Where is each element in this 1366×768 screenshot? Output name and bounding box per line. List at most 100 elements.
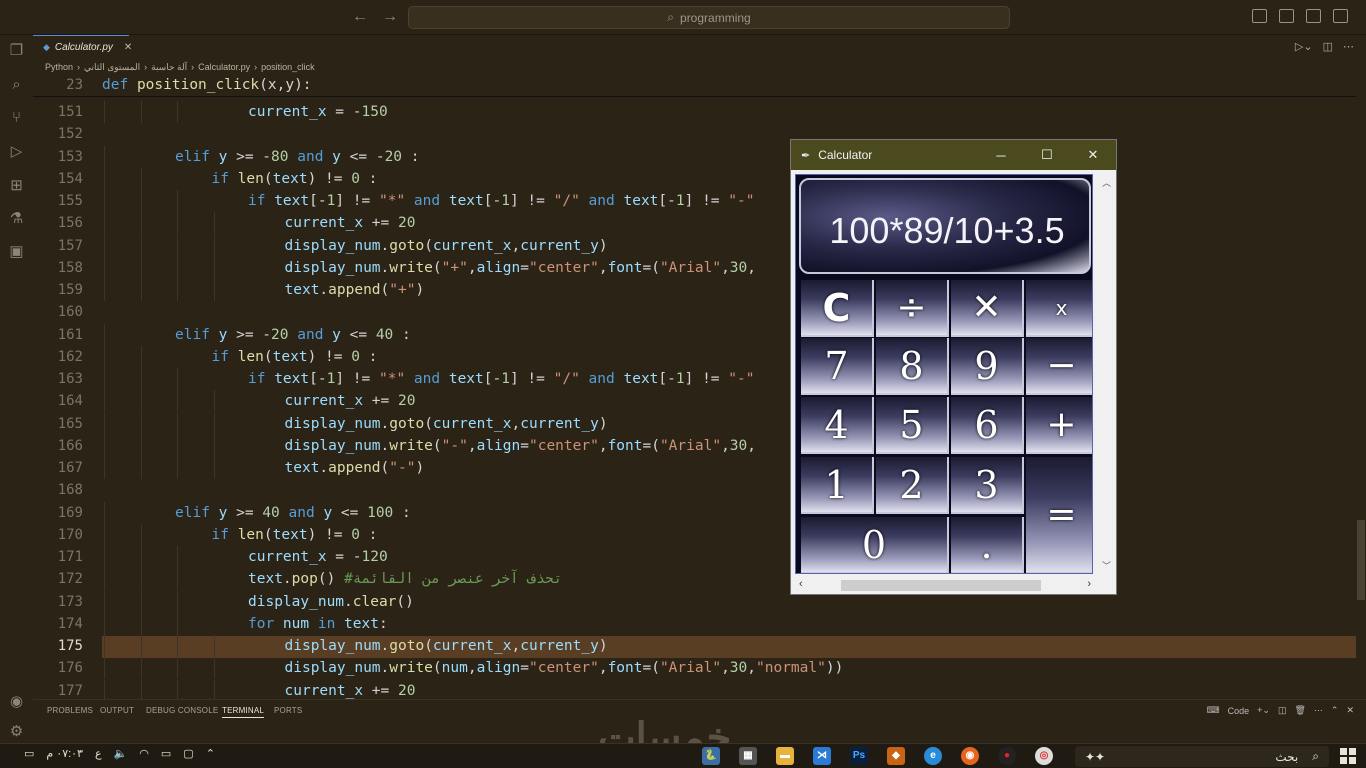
scroll-up-icon[interactable]: ︿ [1102, 176, 1111, 189]
vscode-icon[interactable]: ⋊ [813, 747, 831, 765]
record-icon[interactable]: ● [998, 747, 1016, 765]
seven-key[interactable]: 7 [801, 338, 874, 395]
kill-terminal-icon[interactable]: 🗑 [1294, 705, 1305, 716]
explorer-icon[interactable]: ❐ [8, 42, 25, 59]
turtle-canvas[interactable]: 100*89/10+3.5 C ÷ ✕ x 7 8 9− 4 5 6 +1 2 3 = 0. [795, 174, 1093, 574]
clear-key[interactable]: C [801, 280, 874, 337]
firefox-icon[interactable]: ◉ [961, 747, 979, 765]
token: () [396, 593, 414, 610]
eight-key[interactable]: 8 [876, 338, 949, 395]
file-explorer-icon[interactable]: ▬ [776, 747, 794, 765]
nine-key[interactable]: 9 [951, 338, 1024, 395]
one-key[interactable]: 1 [801, 457, 874, 514]
five-key[interactable]: 5 [876, 397, 949, 454]
minimize-icon[interactable]: ─ [978, 140, 1024, 170]
token: ) [415, 460, 425, 476]
plus-key[interactable]: + [1026, 397, 1092, 454]
edge-icon[interactable]: e [924, 747, 942, 765]
maximize-panel-icon[interactable]: ⌃ [1331, 705, 1339, 716]
command-center-search[interactable]: ⌕ programming [408, 6, 1010, 29]
source-control-icon[interactable]: ⑂ [8, 109, 25, 126]
close-panel-icon[interactable]: ✕ [1346, 705, 1354, 716]
chevron-up-icon[interactable]: ⌃ [206, 747, 215, 760]
settings-gear-icon[interactable]: ⚙ [8, 723, 25, 740]
start-button[interactable] [1340, 748, 1356, 764]
maximize-icon[interactable]: ☐ [1024, 140, 1070, 170]
toggle-sidebar-icon[interactable] [1279, 9, 1294, 23]
clock[interactable]: ٠٧:٠٣ م [46, 747, 83, 760]
tab-problems[interactable]: PROBLEMS [47, 706, 93, 715]
search-view-icon[interactable]: ⌕ [8, 76, 25, 93]
photoshop-icon[interactable]: Ps [850, 747, 868, 765]
indent-guide [140, 679, 142, 699]
token: ] != [509, 371, 554, 387]
remote-explorer-icon[interactable]: ▣ [8, 243, 25, 260]
tab-output[interactable]: OUTPUT [100, 706, 134, 715]
taskbar-search[interactable]: ✦✦ بحث ⌕ [1075, 746, 1329, 767]
editor-scrollbar[interactable] [1356, 74, 1366, 699]
scroll-right-icon[interactable]: › [1087, 578, 1091, 590]
forward-arrow-icon[interactable]: → [382, 8, 398, 26]
breadcrumb-file[interactable]: Calculator.py [198, 62, 250, 72]
calculator-window[interactable]: ✒ Calculator ─ ☐ ✕ 100*89/10+3.5 C ÷ ✕ x 7 8 9… [790, 139, 1117, 595]
split-terminal-icon[interactable]: ◫ [1278, 705, 1287, 716]
backspace-key[interactable]: x [1026, 280, 1092, 337]
customize-layout-icon[interactable] [1252, 9, 1267, 23]
multiply-key[interactable]: ✕ [951, 280, 1024, 337]
close-icon[interactable]: ✕ [124, 42, 132, 53]
python-app-icon[interactable]: 🐍 [702, 747, 720, 765]
split-editor-icon[interactable]: ◫ [1323, 40, 1333, 53]
new-terminal-icon[interactable]: +⌄ [1257, 705, 1270, 716]
more-actions-icon[interactable]: ⋯ [1343, 40, 1354, 53]
battery-icon[interactable]: ▭ [161, 747, 171, 760]
tab-terminal[interactable]: TERMINAL [222, 706, 265, 718]
notification-icon[interactable]: ▭ [24, 747, 34, 760]
toggle-panel-icon[interactable] [1306, 9, 1321, 23]
language-indicator[interactable]: ع [95, 747, 102, 760]
tab-debug-console[interactable]: DEBUG CONSOLE [146, 706, 218, 715]
code-editor[interactable]: 23 def position_click(x,y): 151 current_x… [33, 74, 1356, 699]
terminal-name[interactable]: Code [1228, 706, 1250, 716]
chrome-icon[interactable]: ◎ [1035, 747, 1053, 765]
sticky-scroll-header[interactable]: 23 def position_click(x,y): [33, 74, 1356, 97]
zero-key[interactable]: 0 [801, 517, 949, 573]
tab-ports[interactable]: PORTS [274, 706, 302, 715]
dot-key[interactable]: . [951, 517, 1024, 573]
three-key[interactable]: 3 [951, 457, 1024, 514]
two-key[interactable]: 2 [876, 457, 949, 514]
breadcrumb-item[interactable]: Python [45, 62, 73, 72]
scroll-left-icon[interactable]: ‹ [799, 578, 803, 590]
code-line: 169 elif y >= 40 and y <= 100 : [33, 501, 1356, 524]
back-arrow-icon[interactable]: ← [352, 8, 368, 26]
minus-key[interactable]: − [1026, 338, 1092, 395]
calculator-title-bar[interactable]: ✒ Calculator ─ ☐ ✕ [791, 140, 1116, 170]
more-icon[interactable]: ⋯ [1314, 705, 1323, 716]
canvas-vertical-scrollbar[interactable]: ︿ ﹀ [1099, 174, 1116, 574]
run-debug-icon[interactable]: ▷ [8, 143, 25, 160]
breadcrumb-item[interactable]: آلة حاسبة [151, 62, 187, 73]
toggle-secondary-sidebar-icon[interactable] [1333, 9, 1348, 23]
extensions-icon[interactable]: ⊞ [8, 177, 25, 194]
breadcrumb-item[interactable]: المستوى الثاني [84, 62, 140, 73]
account-icon[interactable]: ◉ [8, 693, 25, 710]
divide-key[interactable]: ÷ [876, 280, 949, 337]
run-icon[interactable]: ▷⌄ [1295, 40, 1313, 53]
app-icon[interactable]: ◆ [887, 747, 905, 765]
device-icon[interactable]: ▢ [183, 747, 193, 760]
four-key[interactable]: 4 [801, 397, 874, 454]
volume-icon[interactable]: 🔈 [114, 747, 128, 760]
editor-scroll-thumb[interactable] [1357, 520, 1365, 600]
six-key[interactable]: 6 [951, 397, 1024, 454]
scroll-down-icon[interactable]: ﹀ [1102, 559, 1111, 572]
wifi-icon[interactable]: ◠ [139, 747, 149, 760]
scroll-thumb[interactable] [841, 580, 1041, 591]
token: align [476, 437, 521, 454]
equals-key[interactable]: = [1026, 457, 1092, 573]
breadcrumb-symbol[interactable]: position_click [261, 62, 315, 72]
testing-icon[interactable]: ⚗ [8, 210, 25, 227]
tab-calculator-py[interactable]: ◆ Calculator.py ✕ [33, 35, 132, 59]
photos-app-icon[interactable]: ▦ [739, 747, 757, 765]
close-icon[interactable]: ✕ [1070, 140, 1116, 170]
canvas-horizontal-scrollbar[interactable]: ‹ › [795, 577, 1095, 594]
token: >= [227, 504, 263, 521]
